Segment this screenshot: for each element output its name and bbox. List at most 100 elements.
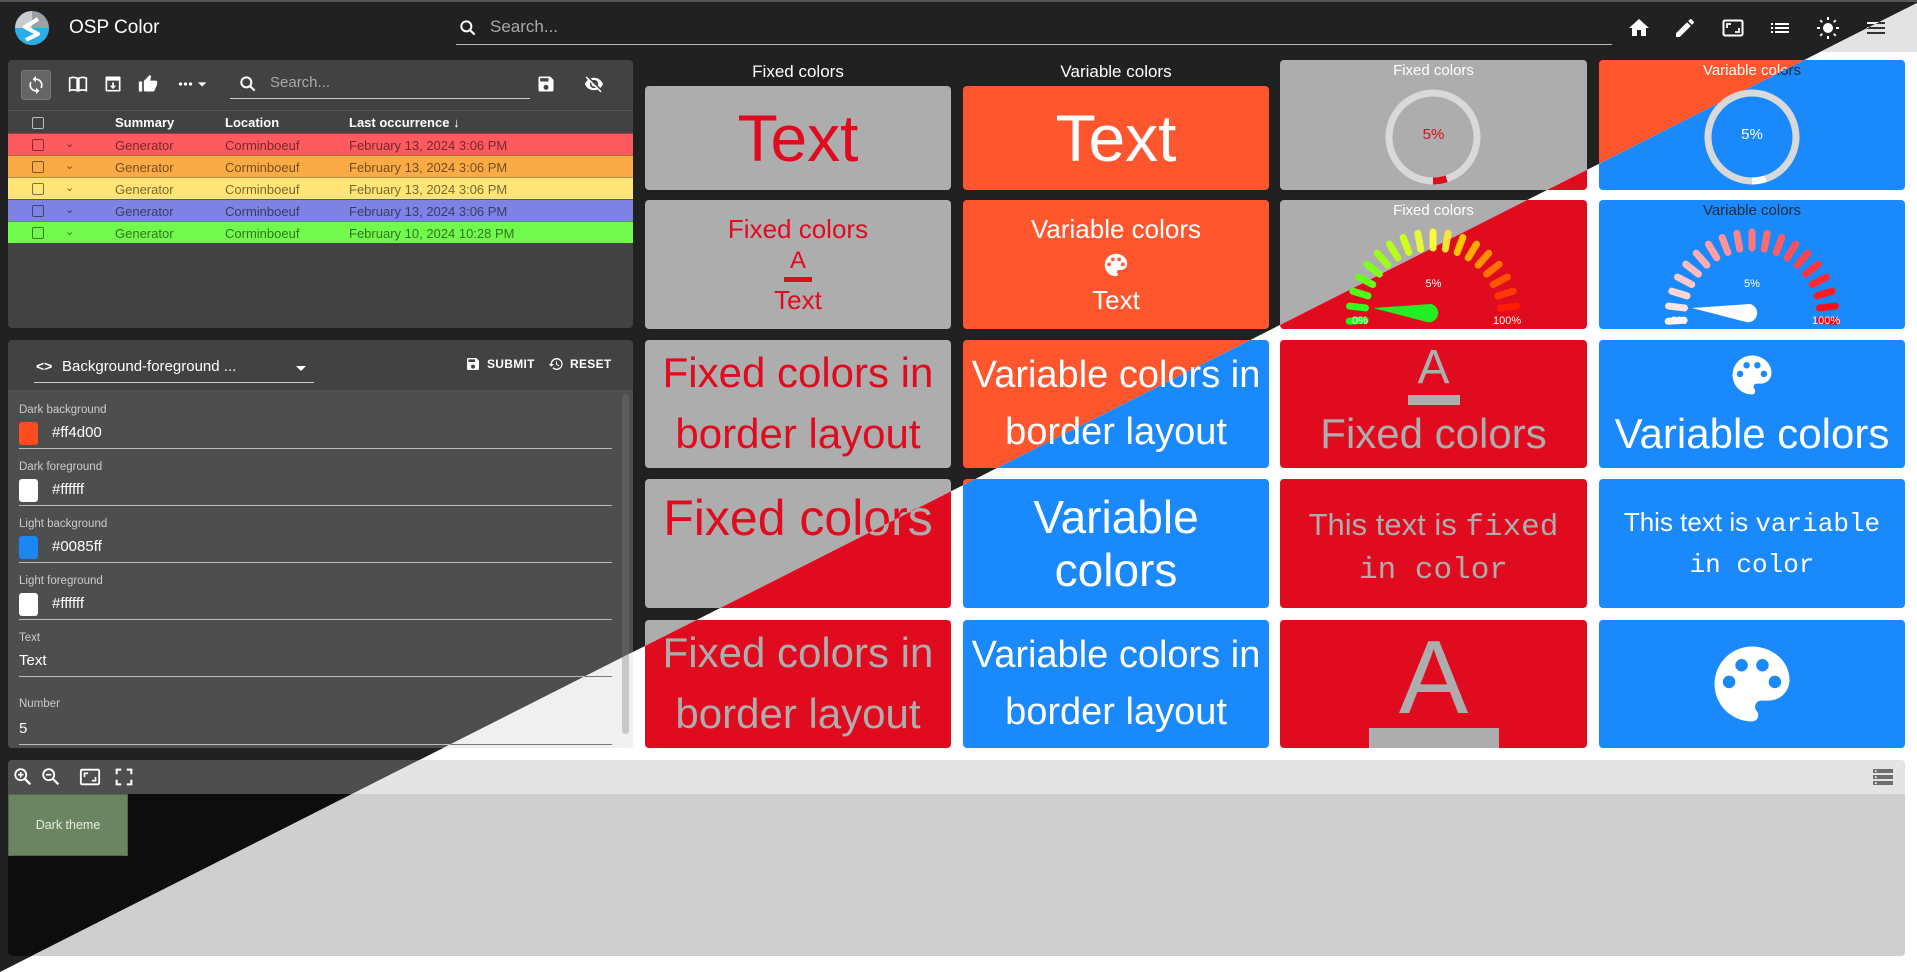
tile-text: Text (1092, 284, 1140, 315)
reset-button[interactable]: RESET (548, 356, 612, 372)
alarm-search[interactable] (230, 70, 530, 99)
alarm-row[interactable]: ⌄ Generator Corminboeuf February 10, 2024 1… (8, 221, 633, 243)
field-value[interactable]: #ff4d00 (52, 424, 102, 441)
alarm-row[interactable]: ⌄ Generator Corminboeuf February 13, 2024 3… (8, 177, 633, 199)
alarm-search-input[interactable] (268, 73, 522, 92)
column-title-fixed: Fixed colors (752, 62, 844, 81)
alarm-location: Corminboeuf (225, 204, 300, 219)
gauge-tick (1816, 302, 1839, 312)
alarm-location: Corminboeuf (225, 182, 300, 197)
alarm-last-occurrence: February 13, 2024 3:06 PM (349, 204, 508, 219)
field-value[interactable]: #ffffff (52, 481, 84, 498)
book-icon (68, 76, 88, 93)
app-logo-icon (14, 10, 50, 46)
global-search-input[interactable] (488, 16, 1592, 38)
theme-toggle-icon[interactable] (1816, 16, 1840, 40)
color-swatch[interactable] (19, 479, 38, 502)
row-checkbox[interactable] (32, 139, 44, 151)
home-icon[interactable] (1627, 16, 1651, 40)
property-set-select[interactable]: <> Background-foreground ... (34, 352, 314, 383)
tile-title: Variable colors (1030, 213, 1202, 244)
expand-row-icon[interactable]: ⌄ (65, 203, 74, 216)
alarm-location: Corminboeuf (225, 160, 300, 175)
alarm-location: Corminboeuf (225, 226, 300, 241)
alarm-summary: Generator (115, 182, 174, 197)
expand-row-icon[interactable]: ⌄ (65, 225, 74, 238)
edit-icon[interactable] (1673, 16, 1697, 40)
fit-screen-icon[interactable] (1721, 16, 1745, 40)
list-icon[interactable] (1768, 16, 1792, 40)
zoom-in-icon[interactable] (12, 766, 34, 788)
gauge-tick (1373, 249, 1392, 269)
alarm-summary: Generator (115, 138, 174, 153)
visibility-off-button[interactable] (580, 70, 608, 98)
gauge-needle (1692, 304, 1758, 323)
alarm-summary: Generator (115, 204, 174, 219)
thumb-up-icon (138, 74, 158, 92)
palette-icon (1702, 634, 1802, 734)
refresh-button[interactable] (21, 70, 51, 100)
tile-title: Fixed colors (1320, 409, 1547, 457)
property-field: Light foreground #ffffff (19, 575, 612, 627)
save-icon (467, 358, 479, 370)
tile-fixed-icon-large: AFixed colors (1280, 340, 1587, 468)
color-swatch[interactable] (19, 422, 38, 445)
book-button[interactable] (64, 70, 92, 98)
tile-variable-border-layout-2: Variable colors in border layout (963, 620, 1269, 748)
history-icon (548, 358, 563, 370)
row-checkbox[interactable] (32, 183, 44, 195)
save-button[interactable] (532, 70, 560, 98)
row-checkbox[interactable] (32, 161, 44, 173)
field-value[interactable]: Text (19, 652, 47, 669)
tile-variable-large-text: Variablecolors (963, 479, 1269, 608)
tile-fixed-mono-text: This text is fixed in color (1280, 479, 1587, 608)
column-summary[interactable]: Summary (115, 115, 174, 130)
fit-icon[interactable] (79, 766, 101, 788)
color-swatch[interactable] (19, 593, 38, 616)
alarm-row[interactable]: ⌄ Generator Corminboeuf February 13, 2024 3… (8, 199, 633, 221)
field-value[interactable]: #0085ff (52, 538, 102, 555)
tile-text-line: This text is variable (1624, 502, 1880, 544)
field-label: Light foreground (19, 575, 103, 587)
diagram-node-dark-theme[interactable]: Dark theme (8, 794, 128, 856)
expand-row-icon[interactable]: ⌄ (65, 137, 74, 150)
field-value[interactable]: 5 (19, 720, 27, 737)
acknowledge-button[interactable] (134, 70, 162, 98)
column-location[interactable]: Location (225, 115, 279, 130)
field-underline (19, 562, 612, 563)
alarm-row[interactable]: ⌄ Generator Corminboeuf February 13, 2024 3… (8, 133, 633, 155)
row-checkbox[interactable] (32, 227, 44, 239)
expand-row-icon[interactable]: ⌄ (65, 181, 74, 194)
tile-variable-gauge: Variable colors5%0%100% (1599, 200, 1905, 329)
tile-variable-mono-text: This text is variable in color (1599, 479, 1905, 608)
archive-button[interactable] (99, 70, 127, 98)
color-swatch[interactable] (19, 536, 38, 559)
select-all-checkbox[interactable] (32, 117, 44, 129)
zoom-out-icon[interactable] (40, 766, 62, 788)
more-button[interactable] (171, 70, 215, 98)
gauge-min: 0% (1671, 315, 1687, 327)
progress-value-arc (1432, 175, 1448, 185)
tile-text: Variable (1033, 490, 1199, 543)
expand-row-icon[interactable]: ⌄ (65, 159, 74, 172)
field-value[interactable]: #ffffff (52, 595, 84, 612)
submit-label: SUBMIT (487, 357, 535, 371)
tile-text: Text (774, 284, 822, 315)
dropdown-arrow-icon (296, 366, 306, 371)
search-icon (458, 18, 478, 38)
gauge-needle (1373, 304, 1439, 323)
list-view-icon[interactable] (1873, 768, 1893, 786)
tile-text-mono: variable (1755, 509, 1881, 540)
row-checkbox[interactable] (32, 205, 44, 217)
submit-button[interactable]: SUBMIT (465, 356, 535, 372)
field-label: Number (19, 698, 60, 710)
tile-title: Fixed colors (1393, 62, 1474, 79)
global-search[interactable] (456, 12, 1612, 45)
column-last-occurrence[interactable]: Last occurrence ↓ (349, 115, 460, 130)
tile-text: Text (737, 101, 859, 175)
gauge-tick (1760, 229, 1771, 253)
alarm-row[interactable]: ⌄ Generator Corminboeuf February 13, 2024 3… (8, 155, 633, 177)
gauge-tick (1483, 260, 1503, 278)
palette-icon (1101, 250, 1131, 280)
fullscreen-icon[interactable] (113, 766, 135, 788)
